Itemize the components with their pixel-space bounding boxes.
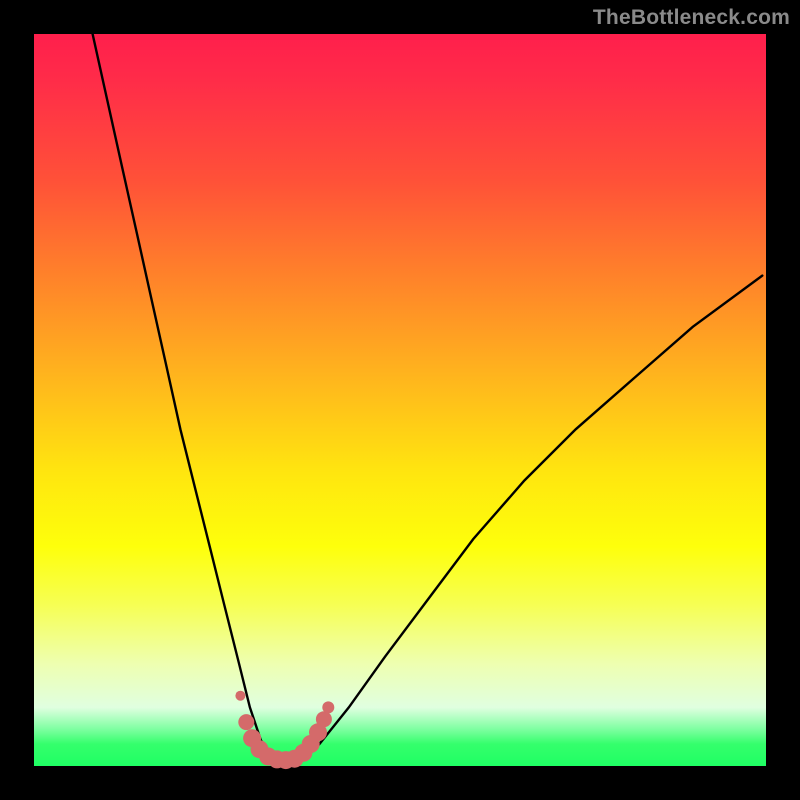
curve-svg <box>34 34 766 766</box>
chart-frame: TheBottleneck.com <box>0 0 800 800</box>
plot-area <box>34 34 766 766</box>
optimum-marker <box>238 714 254 730</box>
bottleneck-curve <box>93 34 763 762</box>
optimum-markers <box>235 691 334 769</box>
optimum-marker <box>235 691 245 701</box>
watermark-text: TheBottleneck.com <box>593 6 790 30</box>
optimum-marker <box>322 701 334 713</box>
optimum-marker <box>316 711 332 727</box>
